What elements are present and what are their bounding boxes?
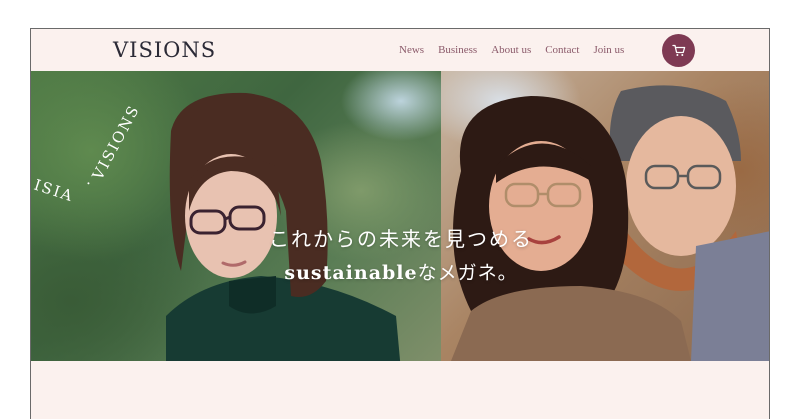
nav-news[interactable]: News (399, 44, 424, 56)
nav-about-us[interactable]: About us (491, 44, 531, 56)
hero-tagline: これからの未来を見つめる sustainableなメガネ。 (31, 223, 769, 285)
nav-business[interactable]: Business (438, 44, 477, 56)
tagline-line-1: これからの未来を見つめる (269, 227, 533, 251)
content-area (31, 361, 769, 419)
svg-text:VISIONS: VISIONS (88, 101, 143, 183)
site-header: VISIONS News Business About us Contact J… (31, 29, 769, 71)
hero-photo-woman: ISIA · VISIONS (31, 71, 441, 361)
nav-contact[interactable]: Contact (545, 44, 579, 56)
cart-icon (671, 44, 685, 56)
site-frame: VISIONS News Business About us Contact J… (30, 28, 770, 419)
hero-photo-couple (441, 71, 769, 361)
tagline-line-2: sustainableなメガネ。 (31, 258, 769, 285)
cart-button[interactable] (662, 34, 695, 67)
tagline-sustainable: sustainable (284, 262, 418, 284)
site-logo[interactable]: VISIONS (113, 38, 216, 62)
tagline-glasses: なメガネ。 (417, 262, 518, 284)
svg-text:ISIA: ISIA (32, 176, 77, 206)
hero-banner: ISIA · VISIONS これからの未来を見つめる sustainableな… (31, 71, 769, 361)
circular-logo-text: ISIA · VISIONS (32, 101, 144, 205)
main-nav: News Business About us Contact Join us (399, 44, 624, 56)
nav-join-us[interactable]: Join us (593, 44, 624, 56)
